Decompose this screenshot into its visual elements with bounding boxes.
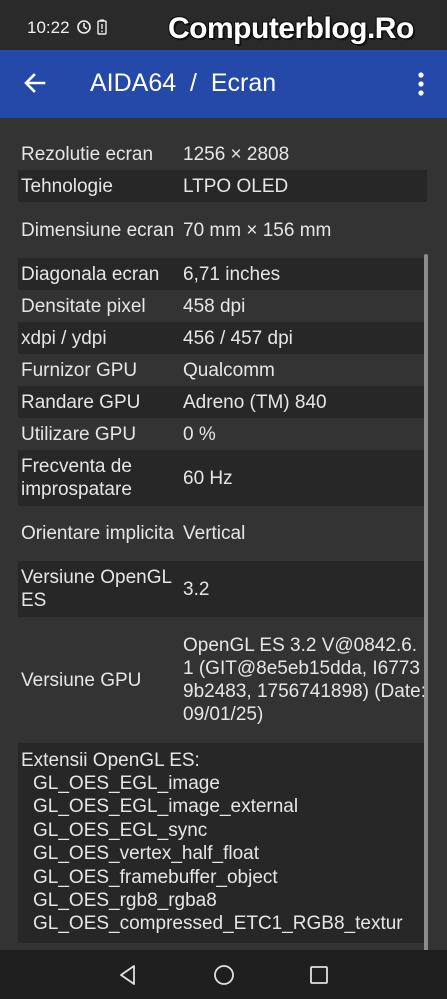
table-row[interactable]: xdpi / ydpi 456 / 457 dpi (18, 322, 427, 354)
list-item: GL_OES_EGL_image (33, 773, 220, 794)
back-triangle-icon[interactable] (116, 963, 140, 987)
row-value: Qualcomm (183, 359, 275, 381)
recents-square-icon[interactable] (307, 963, 331, 987)
list-item: GL_OES_framebuffer_object (33, 866, 278, 888)
app-bar: AIDA64 / Ecran (0, 50, 447, 118)
row-key: Diagonala ecran (21, 263, 160, 285)
row-key: Dimensiune ecran (21, 219, 175, 241)
row-value: 60 Hz (183, 467, 233, 489)
status-time: 10:22 (27, 18, 70, 37)
list-item: GL_OES_rgb8_rgba8 (33, 890, 217, 912)
row-value: Vertical (183, 523, 246, 544)
row-key: Randare GPU (21, 391, 141, 413)
table-row[interactable]: Tehnologie LTPO OLED (18, 170, 427, 202)
row-value: 6,71 inches (183, 263, 281, 285)
list-item: GL_OES_EGL_sync (33, 819, 208, 841)
row-key: Tehnologie (21, 175, 113, 197)
row-value: LTPO OLED (183, 175, 289, 197)
info-table: Rezolutie ecran 1256 × 2808 Tehnologie L… (18, 138, 427, 943)
table-row[interactable]: Furnizor GPU Qualcomm (18, 354, 427, 386)
row-key: Versiune GPU (21, 669, 142, 691)
table-row[interactable]: Utilizare GPU 0 % (18, 418, 427, 450)
row-value: 456 / 457 dpi (183, 327, 293, 349)
row-key: xdpi / ydpi (21, 327, 107, 349)
list-item: GL_OES_compressed_ETC1_RGB8_textur (33, 913, 403, 935)
sync-icon (77, 20, 91, 34)
row-key: Densitate pixel (21, 295, 146, 317)
row-key: Frecventa de improspatare (21, 456, 132, 500)
row-value: 70 mm × 156 mm (183, 219, 332, 241)
row-value: 3.2 (183, 578, 210, 600)
row-value: 458 dpi (183, 295, 246, 317)
row-value: 0 % (183, 423, 216, 445)
row-value: Adreno (TM) 840 (183, 391, 327, 413)
row-value: 1256 × 2808 (183, 143, 290, 165)
content-area[interactable]: Rezolutie ecran 1256 × 2808 Tehnologie L… (0, 118, 447, 950)
extensions-block[interactable]: Extensii OpenGL ES: GL_OES_EGL_image GL_… (18, 743, 427, 943)
navigation-bar (0, 950, 447, 999)
table-row[interactable]: Densitate pixel 458 dpi (18, 290, 427, 322)
table-row[interactable]: Rezolutie ecran 1256 × 2808 (18, 138, 427, 170)
table-row[interactable]: Diagonala ecran 6,71 inches (18, 258, 427, 290)
scrollbar[interactable] (424, 254, 428, 950)
page-title: AIDA64 / Ecran (90, 69, 277, 97)
table-row[interactable]: Dimensiune ecran 70 mm × 156 mm (18, 202, 427, 258)
row-key: Furnizor GPU (21, 359, 138, 381)
row-key: Rezolutie ecran (21, 143, 154, 165)
home-circle-icon[interactable] (212, 963, 236, 987)
extensions-label: Extensii OpenGL ES: (21, 750, 200, 771)
watermark-text: Computerblog.Ro (168, 12, 414, 45)
table-row[interactable]: Versiune GPU OpenGL ES 3.2 V@0842.6.1 (G… (18, 617, 427, 743)
list-item: GL_OES_EGL_image_external (33, 796, 299, 818)
status-bar: 10:22 Computerblog.Ro (0, 0, 447, 50)
row-key: Orientare implicita (21, 523, 175, 544)
more-vert-icon[interactable] (408, 70, 434, 98)
back-arrow-icon[interactable] (22, 70, 48, 96)
row-value: OpenGL ES 3.2 V@0842.6.1 (GIT@8e5eb15dda… (183, 635, 426, 725)
row-key: Utilizare GPU (21, 423, 137, 445)
battery-alert-icon (97, 19, 107, 35)
table-row[interactable]: Frecventa de improspatare 60 Hz (18, 450, 427, 506)
table-row[interactable]: Versiune OpenGL ES 3.2 (18, 561, 427, 617)
table-row[interactable]: Randare GPU Adreno (TM) 840 (18, 386, 427, 418)
list-item: GL_OES_vertex_half_float (33, 843, 260, 865)
row-key: Versiune OpenGL ES (21, 567, 172, 611)
table-row[interactable]: Orientare implicita Vertical (18, 506, 427, 561)
